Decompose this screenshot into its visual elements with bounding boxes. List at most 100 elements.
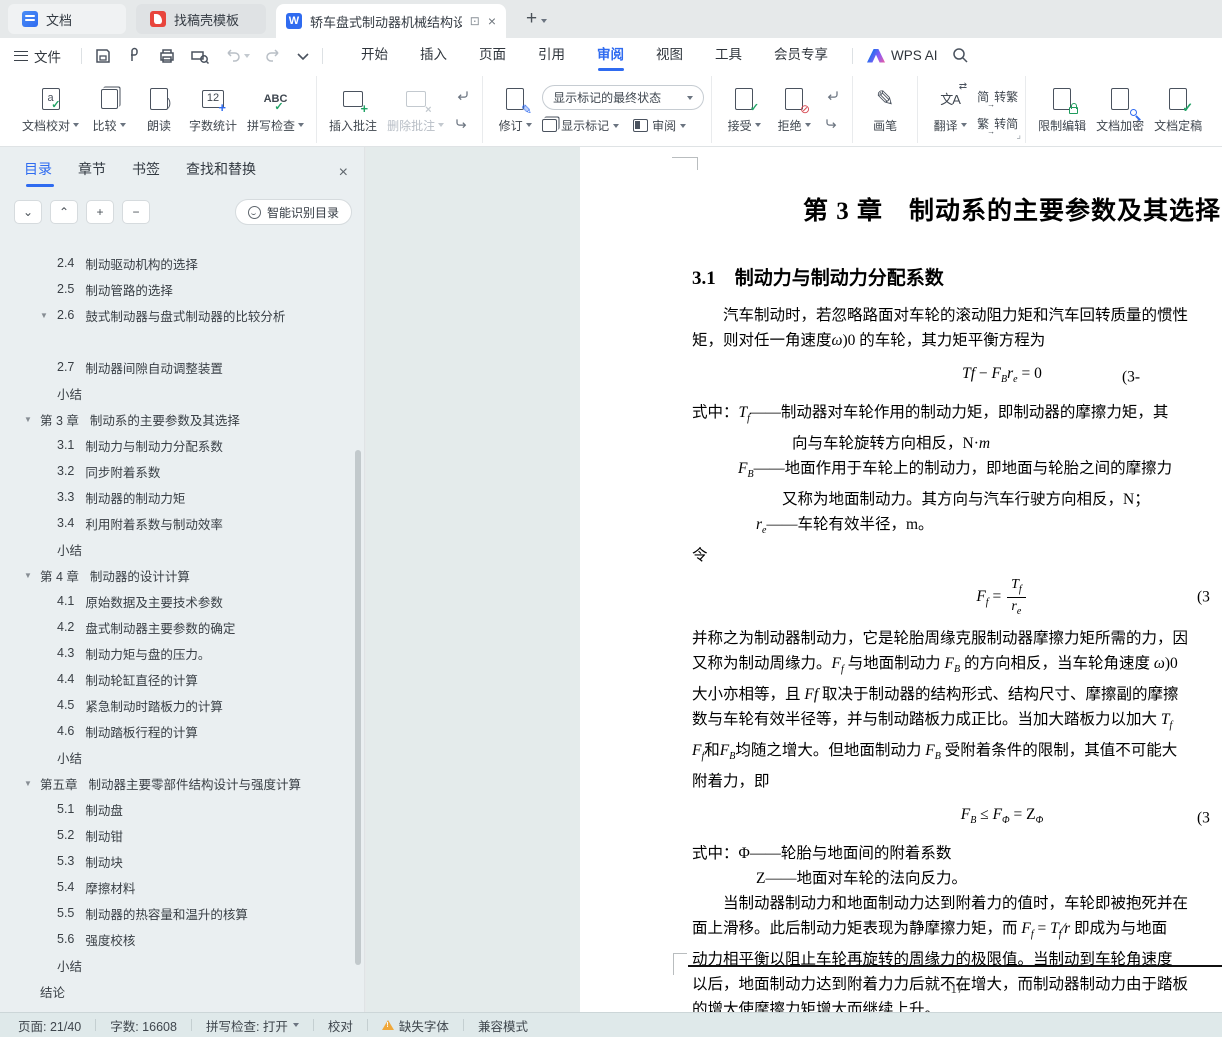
toc-item[interactable]: 2.4 制动驱动机构的选择 xyxy=(0,250,352,276)
print-preview-icon[interactable] xyxy=(190,47,210,65)
collapse-triangle-icon[interactable]: ▼ xyxy=(40,311,48,320)
doc-line[interactable]: 式中：Φ——轮胎与地面间的附着系数 xyxy=(692,841,1222,866)
doc-line[interactable]: 面上滑移。此后制动力矩表现为静摩擦力矩，而 Ff = Tf∕r 即成为与地面 xyxy=(692,916,1222,947)
toc-item[interactable]: 4.6 制动踏板行程的计算 xyxy=(0,718,352,744)
translate-button[interactable]: 文A ⇄ 翻译 xyxy=(925,78,975,142)
tab-bookmarks[interactable]: 书签 xyxy=(132,159,160,187)
doc-line[interactable]: 矩，则对任一角速度ω)0 的车轮，其力矩平衡方程为 xyxy=(692,328,1222,353)
tab-list-chevron-icon[interactable] xyxy=(541,10,548,28)
finalize-document-button[interactable]: ✓ 文档定稿 xyxy=(1149,78,1207,142)
menu-item-start[interactable]: 开始 xyxy=(345,38,404,73)
toc-item[interactable]: 4.4 制动轮缸直径的计算 xyxy=(0,666,352,692)
export-pdf-icon[interactable] xyxy=(126,47,144,65)
review-pane-button[interactable]: 审阅 xyxy=(633,117,687,134)
read-aloud-button[interactable]: ) 朗读 xyxy=(134,78,184,142)
doc-line[interactable]: 令 xyxy=(692,543,1222,568)
toc-item[interactable]: 3.4 利用附着系数与制动效率 xyxy=(0,510,352,536)
menu-item-references[interactable]: 引用 xyxy=(522,38,581,73)
close-panel-icon[interactable]: × xyxy=(339,164,348,182)
equation-line[interactable]: Tf − FBre = 0 (3- xyxy=(692,361,1222,392)
doc-line[interactable]: FB——地面作用于车轮上的制动力，即地面与轮胎之间的摩擦力 xyxy=(692,456,1222,487)
toc-item[interactable]: 5.6 强度校核 xyxy=(0,926,352,952)
toc-item[interactable]: 5.4 摩擦材料 xyxy=(0,874,352,900)
markup-state-select[interactable]: 显示标记的最终状态 xyxy=(542,85,705,110)
save-icon[interactable] xyxy=(94,47,112,65)
zoom-out-level-button[interactable]: − xyxy=(122,200,150,224)
spell-check-button[interactable]: ABC ✓ 拼写检查 xyxy=(242,78,309,142)
doc-line[interactable]: 向与车轮旋转方向相反，N·m xyxy=(692,431,1222,456)
compatibility-mode-indicator[interactable]: 兼容模式 xyxy=(478,1016,528,1035)
next-comment-button[interactable] xyxy=(451,114,473,134)
tab-find-replace[interactable]: 查找和替换 xyxy=(186,159,256,187)
spell-check-status[interactable]: 拼写检查: 打开 xyxy=(206,1016,299,1035)
undo-button[interactable] xyxy=(224,48,250,64)
collapse-all-button[interactable]: ⌃ xyxy=(50,200,78,224)
missing-font-warning[interactable]: 缺失字体 xyxy=(381,1016,449,1035)
toc-item[interactable]: 小结 xyxy=(0,952,352,978)
wps-ai-button[interactable]: WPS AI xyxy=(867,48,938,63)
toc-item[interactable]: 2.7 制动器间隙自动调整装置 xyxy=(0,354,352,380)
to-traditional-button[interactable]: 简转繁 xyxy=(977,88,1018,109)
tab-toc[interactable]: 目录 xyxy=(24,159,54,187)
toc-item[interactable]: ▼ 2.6 鼓式制动器与盘式制动器的比较分析 xyxy=(0,302,352,328)
toc-item[interactable]: 4.1 原始数据及主要技术参数 xyxy=(0,588,352,614)
doc-line[interactable]: 附着力，即 xyxy=(692,769,1222,794)
toc-item[interactable]: 5.2 制动钳 xyxy=(0,822,352,848)
zoom-in-level-button[interactable]: + xyxy=(86,200,114,224)
previous-change-button[interactable] xyxy=(821,86,843,106)
insert-comment-button[interactable]: + 插入批注 xyxy=(324,78,382,142)
compare-button[interactable]: 比较 xyxy=(84,78,134,142)
toc-item[interactable]: 小结 xyxy=(0,744,352,770)
expand-all-button[interactable]: ⌄ xyxy=(14,200,42,224)
menu-item-member[interactable]: 会员专享 xyxy=(758,38,844,73)
document-page[interactable]: 第 3 章 制动系的主要参数及其选择 3.1 制动力与制动力分配系数 汽车制动时… xyxy=(580,147,1222,1012)
toc-item[interactable]: 4.2 盘式制动器主要参数的确定 xyxy=(0,614,352,640)
doc-line[interactable]: 式中：Tf——制动器对车轮作用的制动力矩，即制动器的摩擦力矩，其 xyxy=(692,400,1222,431)
search-icon[interactable] xyxy=(952,47,969,64)
toc-item[interactable]: 致谢 xyxy=(0,1004,352,1013)
menu-item-insert[interactable]: 插入 xyxy=(404,38,463,73)
new-tab-button[interactable]: + xyxy=(526,8,537,30)
page-indicator[interactable]: 页面: 21/40 xyxy=(18,1016,81,1035)
toc-item[interactable]: 5.1 制动盘 xyxy=(0,796,352,822)
doc-proof-button[interactable]: a ✓ 文档校对 xyxy=(17,78,84,142)
toc-item[interactable]: 3.2 同步附着系数 xyxy=(0,458,352,484)
toc-item[interactable]: 4.5 紧急制动时踏板力的计算 xyxy=(0,692,352,718)
menu-item-view[interactable]: 视图 xyxy=(640,38,699,73)
accept-button[interactable]: ✓ 接受 xyxy=(719,78,769,142)
file-menu-button[interactable]: 文件 xyxy=(0,46,73,66)
restrict-editing-button[interactable]: 限制编辑 xyxy=(1033,78,1091,142)
show-markup-button[interactable]: 显示标记 xyxy=(542,117,620,134)
pen-button[interactable]: ✎ 画笔 xyxy=(860,78,910,142)
sidebar-scrollbar[interactable] xyxy=(355,450,361,965)
menu-item-page[interactable]: 页面 xyxy=(463,38,522,73)
toc-item[interactable]: 2.5 制动管路的选择 xyxy=(0,276,352,302)
doc-line[interactable]: 当制动器制动力和地面制动力达到附着力的值时，车轮即被抱死并在 xyxy=(692,891,1222,916)
doc-line[interactable]: re——车轮有效半径，m。 xyxy=(692,512,1222,543)
delete-comment-button[interactable]: × 删除批注 xyxy=(382,78,449,142)
menu-item-tools[interactable]: 工具 xyxy=(699,38,758,73)
section-heading[interactable]: 3.1 制动力与制动力分配系数 xyxy=(692,263,1222,290)
toc-item[interactable]: 3.3 制动器的制动力矩 xyxy=(0,484,352,510)
doc-line[interactable]: 的增大使摩擦力矩增大而继续上升。 xyxy=(692,997,1222,1012)
tab-home[interactable]: 文档 xyxy=(8,4,126,34)
doc-line[interactable]: 汽车制动时，若忽略路面对车轮的滚动阻力矩和汽车回转质量的惯性 xyxy=(692,303,1222,328)
tab-current-document[interactable]: W 轿车盘式制动器机械结构设计 ⊡ × xyxy=(276,4,506,38)
proofread-button[interactable]: 校对 xyxy=(328,1016,353,1035)
tab-chapters[interactable]: 章节 xyxy=(78,159,106,187)
tab-window-icon[interactable]: ⊡ xyxy=(470,14,480,28)
word-count-indicator[interactable]: 字数: 16608 xyxy=(110,1016,177,1035)
toc-item[interactable]: 5.5 制动器的热容量和温升的核算 xyxy=(0,900,352,926)
collapse-triangle-icon[interactable]: ▼ xyxy=(24,779,32,788)
collapse-triangle-icon[interactable]: ▼ xyxy=(24,415,32,424)
redo-icon[interactable] xyxy=(264,48,282,64)
toc-item[interactable]: 5.3 制动块 xyxy=(0,848,352,874)
collapse-ribbon-chevron-icon[interactable] xyxy=(296,51,310,61)
toc-item[interactable]: ▼ 第 3 章制动系的主要参数及其选择 xyxy=(0,406,352,432)
equation-line[interactable]: Ff = Tf re (3 xyxy=(692,576,1222,618)
toc-item[interactable]: 4.3 制动力矩与盘的压力。 xyxy=(0,640,352,666)
doc-line[interactable]: 大小亦相等，且 Ff 取决于制动器的结构形式、结构尺寸、摩擦副的摩擦 xyxy=(692,682,1222,707)
toc-item[interactable]: 结论 xyxy=(0,978,352,1004)
collapse-triangle-icon[interactable]: ▼ xyxy=(24,571,32,580)
tab-docer-templates[interactable]: 找稿壳模板 xyxy=(136,4,266,34)
